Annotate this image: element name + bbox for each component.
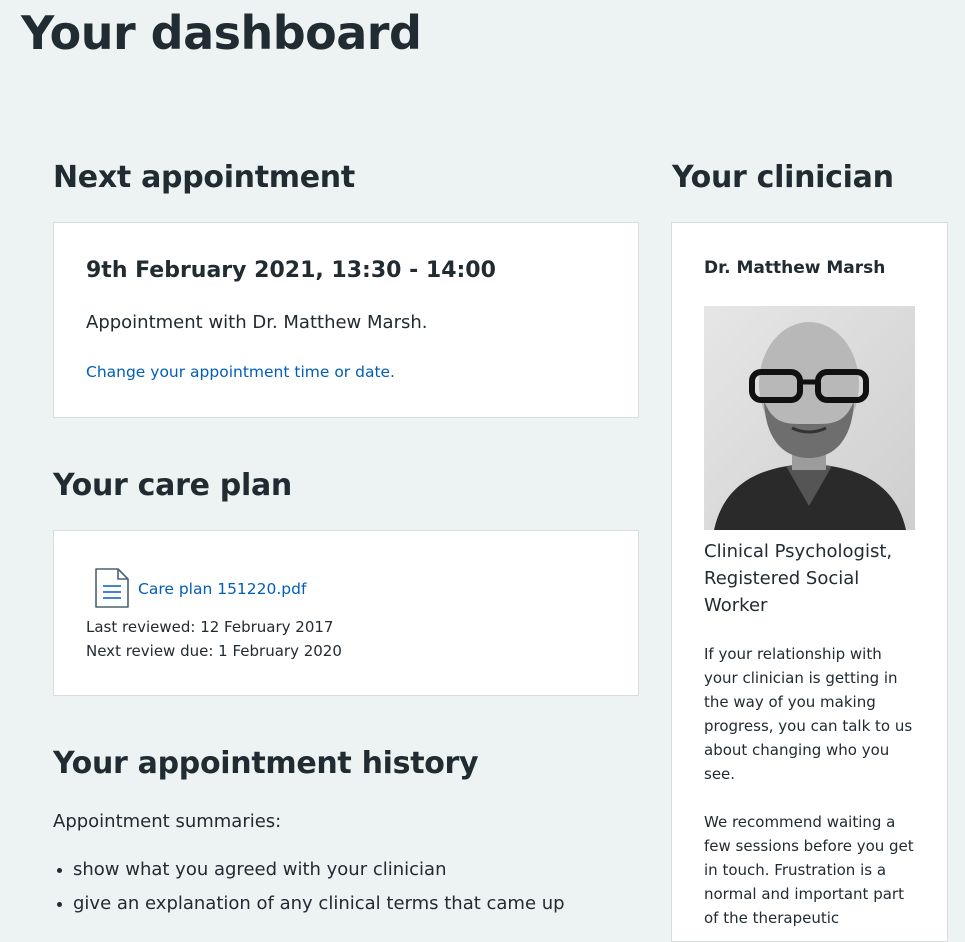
care-plan-card: Care plan 151220.pdf Last reviewed: 12 F… — [53, 530, 639, 696]
document-icon — [95, 568, 129, 608]
clinician-waiting-info: We recommend waiting a few sessions befo… — [704, 813, 914, 927]
page-title: Your dashboard — [21, 6, 422, 60]
list-item: show what you agreed with your clinician — [53, 858, 565, 882]
list-item: give an explanation of any clinical term… — [53, 892, 565, 916]
care-plan-file-link[interactable]: Care plan 151220.pdf — [138, 579, 306, 599]
appointment-with-text: Appointment with Dr. Matthew Marsh. — [86, 312, 428, 333]
clinician-card: Dr. Matthew Marsh Clinical Psychologist,… — [671, 222, 948, 942]
clinician-name: Dr. Matthew Marsh — [704, 258, 886, 278]
care-plan-heading: Your care plan — [53, 468, 292, 503]
history-intro: Appointment summaries: — [53, 811, 282, 832]
clinician-heading: Your clinician — [672, 160, 894, 195]
next-appointment-heading: Next appointment — [53, 160, 355, 195]
care-plan-last-reviewed: Last reviewed: 12 February 2017 — [86, 618, 334, 636]
change-appointment-link[interactable]: Change your appointment time or date. — [86, 362, 395, 382]
next-appointment-card: 9th February 2021, 13:30 - 14:00 Appoint… — [53, 222, 639, 418]
appointment-history-heading: Your appointment history — [53, 746, 479, 781]
history-list: show what you agreed with your clinician… — [53, 858, 565, 926]
care-plan-next-review: Next review due: 1 February 2020 — [86, 642, 342, 660]
clinician-change-info: If your relationship with your clinician… — [704, 645, 913, 783]
appointment-datetime: 9th February 2021, 13:30 - 14:00 — [86, 258, 496, 283]
clinician-photo — [704, 306, 915, 530]
clinician-role: Clinical Psychologist, Registered Social… — [704, 541, 893, 616]
